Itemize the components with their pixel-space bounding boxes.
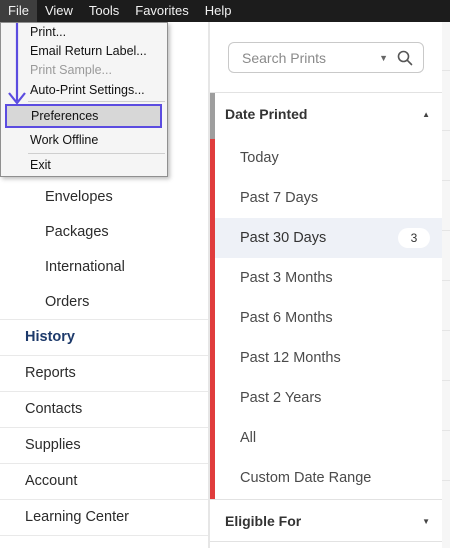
option-label: Past 30 Days [240,230,327,246]
menu-view[interactable]: View [37,0,81,22]
row-line [442,130,450,131]
row-line [442,230,450,231]
date-option-past-3-months[interactable]: Past 3 Months [215,258,442,298]
date-option-all[interactable]: All [215,418,442,458]
row-line [442,430,450,431]
menu-help[interactable]: Help [197,0,240,22]
row-line [442,330,450,331]
caret-up-icon[interactable]: ▲ [422,110,430,119]
menu-tools[interactable]: Tools [81,0,127,22]
divider [210,541,442,542]
sidebar-item-supplies[interactable]: Supplies [0,427,208,463]
date-option-past-30-days[interactable]: Past 30 Days 3 [215,218,442,258]
menu-item-auto-print-settings[interactable]: Auto-Print Settings... [1,81,167,100]
divider [0,535,208,536]
section-title: Eligible For [225,513,302,529]
menu-bar: File View Tools Favorites Help [0,0,450,22]
eligible-for-header[interactable]: Eligible For ▼ [210,501,442,541]
row-line [442,180,450,181]
section-title: Date Printed [225,106,308,122]
search-placeholder: Search Prints [242,49,327,66]
row-line [442,480,450,481]
sidebar-item-learning-center[interactable]: Learning Center [0,499,208,535]
menu-item-print-sample: Print Sample... [30,63,112,77]
menu-item-exit[interactable]: Exit [1,156,167,175]
sidebar-item-reports[interactable]: Reports [0,355,208,391]
file-menu-dropdown: Print... Email Return Label... Print Sam… [0,22,168,177]
date-option-past-7-days[interactable]: Past 7 Days [215,178,442,218]
row-line [442,280,450,281]
row-line [442,70,450,71]
menu-separator [28,101,165,102]
date-option-custom-range[interactable]: Custom Date Range [215,458,442,498]
divider [210,92,442,93]
sidebar-item-international[interactable]: International [0,249,208,284]
sidebar-item-account[interactable]: Account [0,463,208,499]
filter-panel: Search Prints ▼ Date Printed ▲ Today Pas… [210,22,442,548]
divider [210,499,442,500]
results-column-edge [442,22,450,548]
sidebar-item-envelopes[interactable]: Envelopes [0,179,208,214]
date-option-past-2-years[interactable]: Past 2 Years [215,378,442,418]
sidebar-item-history[interactable]: History [0,319,208,355]
menu-item-print[interactable]: Print... [1,23,167,42]
sidebar-item-contacts[interactable]: Contacts [0,391,208,427]
menu-favorites[interactable]: Favorites [127,0,196,22]
row-line [442,380,450,381]
search-input[interactable]: Search Prints ▼ [228,42,424,73]
search-icon[interactable] [396,49,414,67]
chevron-down-icon[interactable]: ▼ [379,53,388,63]
sidebar-item-packages[interactable]: Packages [0,214,208,249]
menu-file[interactable]: File [0,0,37,22]
date-option-today[interactable]: Today [215,138,442,178]
menu-item-work-offline[interactable]: Work Offline [1,131,167,150]
caret-down-icon[interactable]: ▼ [422,517,430,526]
date-option-past-12-months[interactable]: Past 12 Months [215,338,442,378]
menu-separator [28,153,165,154]
date-printed-header[interactable]: Date Printed ▲ [210,94,442,134]
sidebar-item-orders[interactable]: Orders [0,284,208,319]
count-badge: 3 [398,228,430,248]
menu-item-email-return-label[interactable]: Email Return Label... [1,42,167,61]
menu-item-preferences[interactable]: Preferences [5,104,162,128]
date-option-past-6-months[interactable]: Past 6 Months [215,298,442,338]
